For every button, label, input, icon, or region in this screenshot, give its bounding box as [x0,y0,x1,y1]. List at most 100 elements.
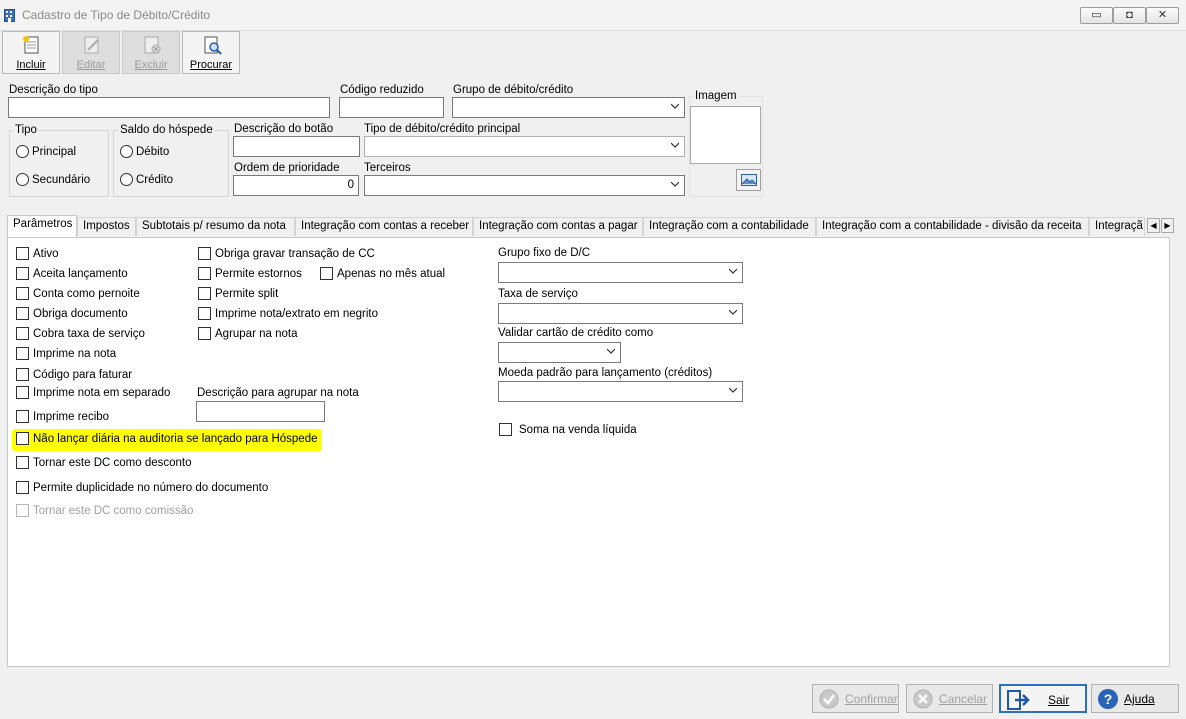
tab-contas-pagar[interactable]: Integração com contas a pagar [473,217,643,236]
obriga-documento-checkbox[interactable] [16,307,29,320]
conta-pernoite-label: Conta como pernoite [33,288,140,300]
editar-button[interactable]: Editar [62,31,120,74]
imprime-negrito-label: Imprime nota/extrato em negrito [215,308,378,320]
terceiros-combo[interactable] [364,175,685,196]
help-icon: ? [1098,689,1118,709]
tab-integracao-more[interactable]: Integraçã [1089,217,1145,236]
imagem-label: Imagem [693,90,739,102]
tab-contas-receber[interactable]: Integração com contas a receber [295,217,473,236]
imprime-recibo-checkbox[interactable] [16,410,29,423]
tipo-principal-combo[interactable] [364,136,685,157]
incluir-label: Incluir [16,59,46,71]
close-button[interactable]: ✕ [1146,7,1179,24]
excluir-label: Excluir [134,59,168,71]
ativo-checkbox[interactable] [16,247,29,260]
ajuda-label: Ajuda [1124,692,1155,706]
grupo-label: Grupo de débito/crédito [453,84,574,96]
saldo-credito-radio[interactable] [120,173,133,186]
apenas-mes-checkbox[interactable] [320,267,333,280]
sair-button[interactable]: Sair [999,684,1087,713]
chevron-down-icon [729,309,737,315]
imagem-button[interactable] [736,169,761,191]
title-bar: Cadastro de Tipo de Débito/Crédito ▭ ◘ ✕ [0,0,1186,31]
codigo-faturar-label: Código para faturar [33,369,133,381]
tornar-desconto-checkbox[interactable] [16,456,29,469]
minimize-button[interactable]: ▭ [1080,7,1113,24]
taxa-servico-combo[interactable] [498,303,743,324]
tab-scroll-right-button[interactable]: ▶ [1161,218,1174,233]
permite-duplicidade-label: Permite duplicidade no número do documen… [33,482,269,494]
soma-venda-checkbox[interactable] [499,423,512,436]
delete-document-icon [144,36,161,54]
conta-pernoite-checkbox[interactable] [16,287,29,300]
ativo-label: Ativo [33,248,59,260]
tipo-label: Tipo [13,124,39,136]
moeda-label: Moeda padrão para lançamento (créditos) [498,367,713,379]
descricao-botao-input[interactable] [233,136,360,157]
obriga-transacao-cc-checkbox[interactable] [198,247,211,260]
soma-venda-label: Soma na venda líquida [519,424,637,436]
codigo-faturar-checkbox[interactable] [16,368,29,381]
svg-text:?: ? [1104,691,1113,707]
nao-lancar-diaria-checkbox[interactable] [16,432,29,445]
tipo-principal-radio[interactable] [16,145,29,158]
procurar-label: Procurar [189,59,233,71]
terceiros-label: Terceiros [364,162,411,174]
permite-estornos-checkbox[interactable] [198,267,211,280]
tornar-desconto-label: Tornar este DC como desconto [33,457,192,469]
maximize-icon: ◘ [1126,9,1133,21]
imprime-negrito-checkbox[interactable] [198,307,211,320]
excluir-button[interactable]: Excluir [122,31,180,74]
tab-parametros[interactable]: Parâmetros [7,215,77,237]
aceita-lancamento-checkbox[interactable] [16,267,29,280]
ordem-input[interactable]: 0 [233,175,359,196]
ajuda-button[interactable]: ? Ajuda [1091,684,1179,713]
chevron-down-icon [729,387,737,393]
editar-label: Editar [76,59,106,71]
moeda-combo[interactable] [498,381,743,402]
tab-impostos[interactable]: Impostos [77,217,136,236]
window-title: Cadastro de Tipo de Débito/Crédito [22,8,211,22]
cobra-taxa-checkbox[interactable] [16,327,29,340]
imprime-nota-label: Imprime na nota [33,348,117,360]
maximize-button[interactable]: ◘ [1113,7,1146,24]
tab-subtotais[interactable]: Subtotais p/ resumo da nota [136,217,295,236]
agrupar-nota-checkbox[interactable] [198,327,211,340]
tipo-secundario-label: Secundário [32,174,91,186]
tab-scroll-left-button[interactable]: ◀ [1147,218,1160,233]
cancelar-button[interactable]: Cancelar [906,684,993,713]
tab-panel-parametros [7,237,1170,667]
tab-contabilidade[interactable]: Integração com a contabilidade [643,217,816,236]
codigo-reduzido-input[interactable] [339,97,444,118]
descricao-botao-label: Descrição do botão [234,123,334,135]
permite-duplicidade-checkbox[interactable] [16,481,29,494]
tab-contabilidade-divisao[interactable]: Integração com a contabilidade - divisão… [816,217,1089,236]
codigo-reduzido-label: Código reduzido [340,84,424,96]
tipo-group [9,130,109,197]
saldo-label: Saldo do hóspede [118,124,215,136]
cobra-taxa-label: Cobra taxa de serviço [33,328,145,340]
procurar-button[interactable]: Procurar [182,31,240,74]
sair-label: Sair [1048,693,1070,707]
saldo-debito-radio[interactable] [120,145,133,158]
permite-split-checkbox[interactable] [198,287,211,300]
descricao-tipo-input[interactable] [8,97,330,118]
descricao-agrupar-input[interactable] [196,401,325,422]
new-document-icon [23,36,39,54]
grupo-combo[interactable] [452,97,685,118]
imagem-preview[interactable] [690,106,761,164]
imprime-nota-checkbox[interactable] [16,347,29,360]
obriga-documento-label: Obriga documento [33,308,128,320]
apenas-mes-label: Apenas no mês atual [337,268,446,280]
grupo-fixo-combo[interactable] [498,262,743,283]
confirmar-button[interactable]: Confirmar [812,684,899,713]
incluir-button[interactable]: Incluir [2,31,60,74]
building-icon [4,9,15,22]
tipo-secundario-radio[interactable] [16,173,29,186]
grupo-fixo-label: Grupo fixo de D/C [498,247,591,259]
imprime-separado-checkbox[interactable] [16,386,29,399]
picture-icon [741,174,757,186]
tornar-comissao-checkbox[interactable] [16,504,29,517]
validar-cartao-combo[interactable] [498,342,621,363]
cancel-icon [913,689,933,709]
